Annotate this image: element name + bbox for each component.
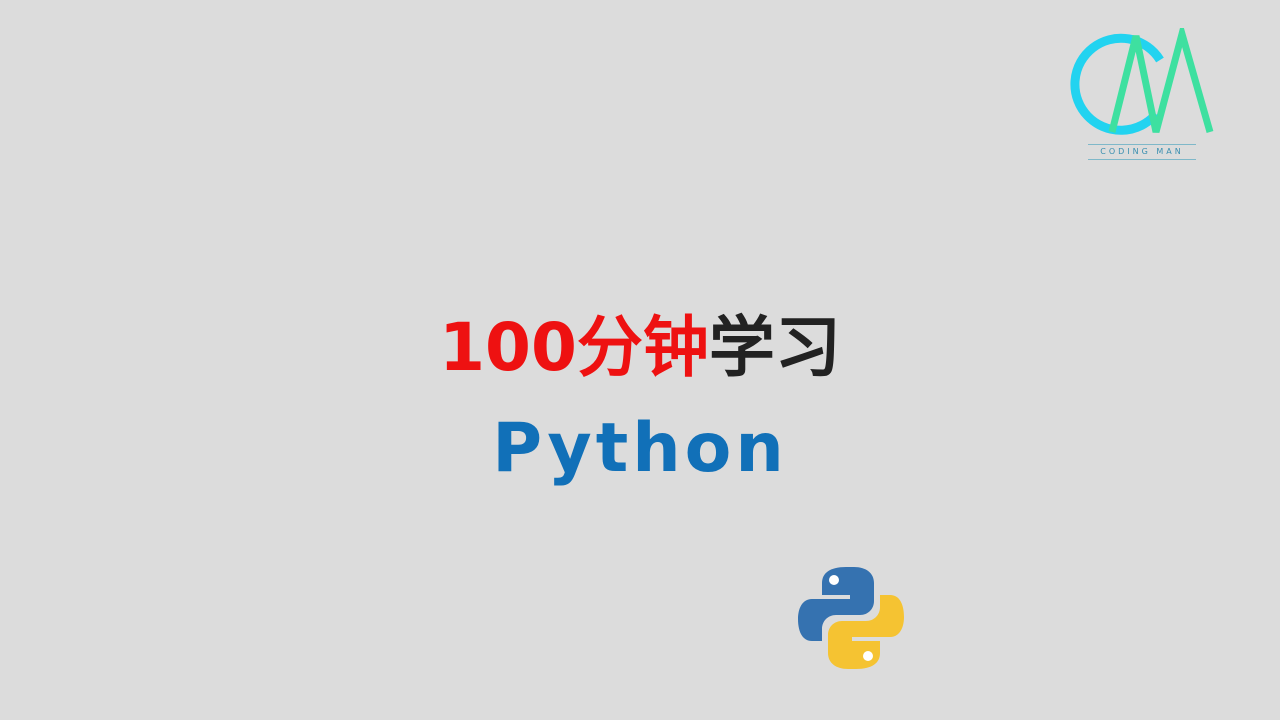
coding-man-logo-mark-icon — [1070, 28, 1214, 135]
logo-text: CODING MAN — [1088, 144, 1196, 160]
title-highlight: 100分钟 — [439, 309, 709, 386]
page-subtitle: Python — [492, 409, 788, 488]
page-title: 100分钟学习 — [0, 308, 1280, 388]
coding-man-logo: CODING MAN — [1064, 28, 1216, 168]
python-logo-icon — [798, 567, 904, 669]
title-rest: 学习 — [708, 309, 841, 386]
